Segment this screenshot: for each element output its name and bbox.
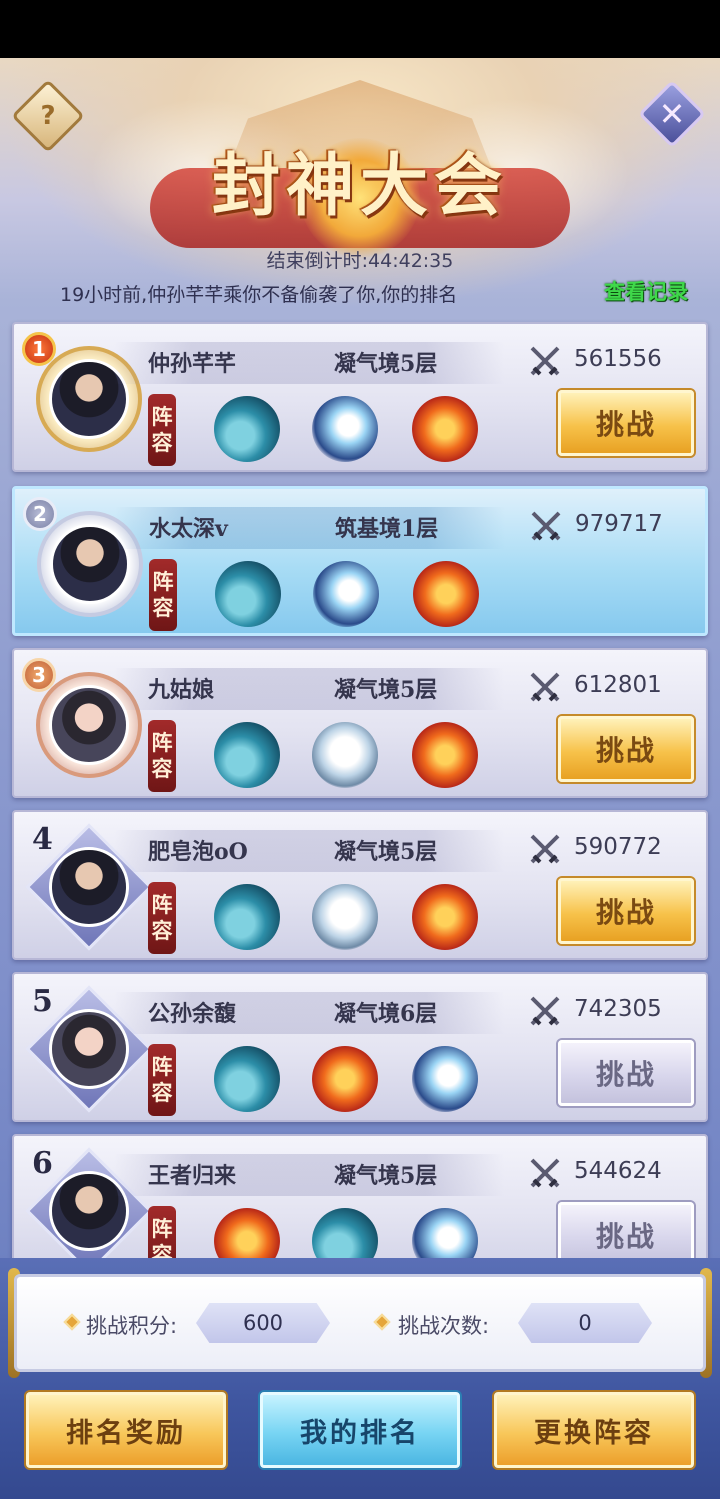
- whale-icon[interactable]: [214, 722, 280, 788]
- lineup-tag: 阵 容: [148, 394, 176, 466]
- attempts-value: 0: [518, 1303, 652, 1343]
- player-card: 4 肥皂泡oO 凝气境5层 590772 阵 容 挑战: [12, 810, 708, 960]
- help-icon: ?: [40, 101, 56, 131]
- player-name: 公孙余馥: [148, 1001, 237, 1027]
- rank-badge: 3: [22, 658, 56, 692]
- player-name: 九姑娘: [148, 677, 215, 703]
- attempts-label: 挑战次数:: [398, 1314, 490, 1338]
- player-card-self: 2 水太深v 筑基境1层 979717 阵 容: [12, 486, 708, 636]
- whale-icon[interactable]: [215, 561, 281, 627]
- player-card: 5 公孙余馥 凝气境6层 742305 阵 容 挑战: [12, 972, 708, 1122]
- dragon-fire-icon[interactable]: [412, 884, 478, 950]
- crossed-swords-icon: [530, 346, 560, 376]
- player-card: 3 九姑娘 凝气境5层 612801 阵 容 挑战: [12, 648, 708, 798]
- lineup-tag-char: 容: [151, 430, 173, 455]
- crossed-swords-icon: [530, 1158, 560, 1188]
- player-realm: 凝气境6层: [334, 1001, 438, 1027]
- crossed-swords-icon: [531, 511, 561, 541]
- lineup-tag-char: 容: [151, 756, 173, 781]
- dragon-blue-icon[interactable]: [313, 561, 379, 627]
- challenge-button-disabled[interactable]: 挑战: [558, 1202, 694, 1258]
- challenge-button[interactable]: 挑战: [558, 716, 694, 782]
- lineup-tag-char: 容: [151, 918, 173, 943]
- countdown-timer: 结束倒计时:44:42:35: [266, 250, 454, 272]
- challenge-button-disabled[interactable]: 挑战: [558, 1040, 694, 1106]
- player-name: 王者归来: [148, 1163, 237, 1189]
- whale-icon[interactable]: [214, 1046, 280, 1112]
- player-realm: 凝气境5层: [334, 677, 438, 703]
- lineup-tag-char: 容: [151, 1242, 173, 1258]
- points-label: 挑战积分:: [86, 1314, 178, 1338]
- player-name: 水太深v: [149, 516, 228, 542]
- player-realm: 凝气境5层: [334, 839, 438, 865]
- rank-number: 4: [32, 822, 53, 857]
- points-value: 600: [196, 1303, 330, 1343]
- rank-number: 6: [32, 1146, 53, 1181]
- whale-icon[interactable]: [214, 396, 280, 462]
- lineup-tag-char: 阵: [151, 1216, 173, 1241]
- combat-power: 742305: [574, 996, 662, 1022]
- player-name: 肥皂泡oO: [148, 839, 248, 865]
- lineup-tag: 阵 容: [148, 720, 176, 792]
- player-card: 6 王者归来 凝气境5层 544624 阵 容 挑战: [12, 1134, 708, 1258]
- lineup-tag: 阵 容: [148, 1206, 176, 1258]
- rank-badge: 1: [22, 332, 56, 366]
- dragon-fire-icon[interactable]: [312, 1046, 378, 1112]
- dragon-fire-icon[interactable]: [412, 396, 478, 462]
- dragon-fire-icon[interactable]: [413, 561, 479, 627]
- player-realm: 筑基境1层: [335, 516, 439, 542]
- lineup-tag: 阵 容: [148, 1044, 176, 1116]
- lineup-tag-char: 容: [151, 1080, 173, 1105]
- challenge-button[interactable]: 挑战: [558, 878, 694, 944]
- change-lineup-button[interactable]: 更换阵容: [494, 1392, 694, 1468]
- whale-icon[interactable]: [312, 1208, 378, 1258]
- whale-icon[interactable]: [214, 884, 280, 950]
- dragon-blue-icon[interactable]: [412, 1046, 478, 1112]
- tiger-icon[interactable]: [312, 722, 378, 788]
- player-realm: 凝气境5层: [334, 351, 438, 377]
- view-record-link[interactable]: 查看记录: [604, 276, 688, 306]
- lineup-tag-char: 阵: [152, 569, 174, 594]
- combat-power: 612801: [574, 672, 662, 698]
- player-name: 仲孙芊芊: [148, 351, 237, 377]
- dragon-fire-icon[interactable]: [412, 722, 478, 788]
- lineup-tag-char: 容: [152, 595, 174, 620]
- player-realm: 凝气境5层: [334, 1163, 438, 1189]
- page-title: 封神大会: [211, 146, 508, 226]
- combat-power: 590772: [574, 834, 662, 860]
- dragon-blue-icon[interactable]: [412, 1208, 478, 1258]
- close-icon: ✕: [658, 95, 686, 133]
- tiger-icon[interactable]: [312, 884, 378, 950]
- crossed-swords-icon: [530, 996, 560, 1026]
- ranking-list[interactable]: 1 仲孙芊芊 凝气境5层 561556 阵 容 挑战 2 水太深v 筑基境1层: [0, 318, 720, 1258]
- status-bar: [0, 0, 720, 58]
- combat-power: 544624: [574, 1158, 662, 1184]
- crossed-swords-icon: [530, 834, 560, 864]
- dragon-blue-icon[interactable]: [312, 396, 378, 462]
- crossed-swords-icon: [530, 672, 560, 702]
- rank-reward-button[interactable]: 排名奖励: [26, 1392, 226, 1468]
- combat-power: 561556: [574, 346, 662, 372]
- lineup-tag: 阵 容: [148, 882, 176, 954]
- player-card: 1 仲孙芊芊 凝气境5层 561556 阵 容 挑战: [12, 322, 708, 472]
- lineup-tag-char: 阵: [151, 404, 173, 429]
- lineup-tag-char: 阵: [151, 1054, 173, 1079]
- lineup-tag: 阵 容: [149, 559, 177, 631]
- lineup-tag-char: 阵: [151, 730, 173, 755]
- rank-badge: 2: [23, 497, 57, 531]
- my-rank-button[interactable]: 我的排名: [260, 1392, 460, 1468]
- lineup-tag-char: 阵: [151, 892, 173, 917]
- dragon-fire-icon[interactable]: [214, 1208, 280, 1258]
- rank-number: 5: [32, 984, 53, 1019]
- combat-power: 979717: [575, 511, 663, 537]
- challenge-button[interactable]: 挑战: [558, 390, 694, 456]
- attack-notice: 19小时前,仲孙芊芊乘你不备偷袭了你,你的排名: [60, 284, 458, 306]
